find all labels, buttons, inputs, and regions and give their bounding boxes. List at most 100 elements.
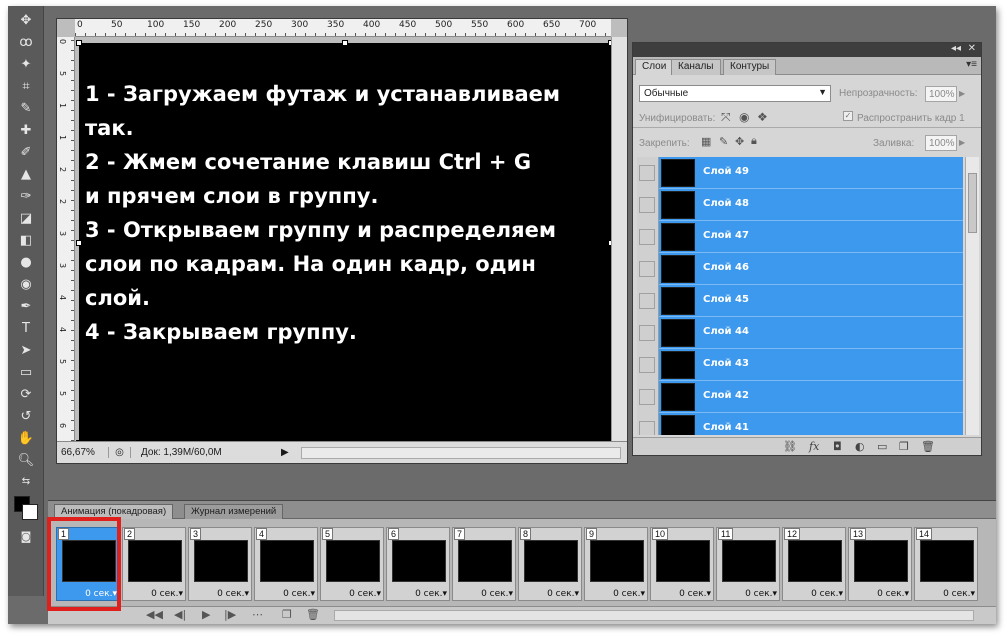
hand-icon[interactable]: ✋	[15, 428, 37, 448]
background-color-swatch[interactable]	[22, 504, 38, 520]
transform-handle[interactable]	[76, 240, 82, 246]
visibility-toggle[interactable]	[637, 413, 659, 435]
animation-frame[interactable]: 4 0 сек.▾	[254, 527, 318, 601]
lock-pixels-icon[interactable]: ✎	[719, 135, 728, 148]
collapse-icon[interactable]: ◂◂	[951, 43, 961, 54]
lock-position-icon[interactable]: ✥	[735, 135, 744, 148]
visibility-toggle[interactable]	[637, 317, 659, 349]
layer-row[interactable]: Слой 45	[637, 285, 963, 317]
layer-row[interactable]: Слой 43	[637, 349, 963, 381]
layer-row[interactable]: Слой 49	[637, 157, 963, 189]
path-selection-icon[interactable]: ➤	[15, 340, 37, 360]
animation-frame[interactable]: 8 0 сек.▾	[518, 527, 582, 601]
zoom-icon[interactable]: 🔍︎	[15, 450, 37, 470]
frame-delay[interactable]: 0 сек.▾	[415, 589, 447, 599]
tween-icon[interactable]: ⋯	[252, 608, 263, 621]
lock-all-icon[interactable]: 🔒︎	[751, 135, 757, 148]
layer-row[interactable]: Слой 46	[637, 253, 963, 285]
visibility-toggle[interactable]	[637, 221, 659, 253]
blur-icon[interactable]: ●	[15, 252, 37, 272]
animation-frame[interactable]: 14 0 сек.▾	[914, 527, 978, 601]
frame-delay[interactable]: 0 сек.▾	[349, 589, 381, 599]
layer-list-scrollbar[interactable]	[965, 157, 979, 435]
brush-icon[interactable]: ✐	[15, 142, 37, 162]
frame-delay[interactable]: 0 сек.▾	[943, 589, 975, 599]
move-icon[interactable]: ✥	[15, 10, 37, 30]
frames-scrollbar[interactable]	[334, 610, 974, 621]
3d-orbit-icon[interactable]: ↺	[15, 406, 37, 426]
fill-field[interactable]: 100%	[925, 135, 957, 151]
play-icon[interactable]: ▶	[202, 608, 210, 621]
propagate-checkbox[interactable]: ✓	[843, 111, 853, 121]
visibility-toggle[interactable]	[637, 285, 659, 317]
document-vertical-scrollbar[interactable]	[611, 37, 627, 441]
type-icon[interactable]: T	[15, 318, 37, 338]
layer-row[interactable]: Слой 44	[637, 317, 963, 349]
frame-delay[interactable]: 0 сек.▾	[151, 589, 183, 599]
transform-handle[interactable]	[76, 40, 82, 46]
tab-paths[interactable]: Контуры	[723, 59, 777, 75]
close-icon[interactable]: ✕	[968, 43, 976, 54]
visibility-toggle[interactable]	[637, 349, 659, 381]
layer-style-icon[interactable]: fx	[809, 440, 819, 453]
lasso-icon[interactable]: ꝏ	[15, 32, 37, 52]
frame-delay[interactable]: 0 сек.▾	[745, 589, 777, 599]
animation-frame[interactable]: 11 0 сек.▾	[716, 527, 780, 601]
fill-arrow-icon[interactable]: ▶	[959, 138, 965, 147]
quick-mask-icon[interactable]: ◙	[15, 526, 37, 546]
blend-mode-select[interactable]: Обычные ▼	[639, 85, 831, 102]
tab-layers[interactable]: Слои	[635, 59, 674, 75]
eraser-icon[interactable]: ◪	[15, 208, 37, 228]
eyedropper-icon[interactable]: ✎	[15, 98, 37, 118]
status-menu-arrow-icon[interactable]: ▶	[281, 447, 295, 458]
layer-row[interactable]: Слой 47	[637, 221, 963, 253]
unify-position-icon[interactable]: ⤧	[721, 110, 731, 125]
animation-frame[interactable]: 7 0 сек.▾	[452, 527, 516, 601]
rectangle-icon[interactable]: ▭	[15, 362, 37, 382]
new-group-icon[interactable]: ▭	[877, 440, 887, 453]
first-frame-icon[interactable]: ◀◀	[146, 608, 163, 621]
frame-delay[interactable]: 0 сек.▾	[547, 589, 579, 599]
layer-row[interactable]: Слой 41	[637, 413, 963, 435]
tab-channels[interactable]: Каналы	[671, 59, 721, 75]
previous-frame-icon[interactable]: ◀|	[174, 608, 186, 621]
3d-rotate-icon[interactable]: ⟳	[15, 384, 37, 404]
healing-brush-icon[interactable]: ✚	[15, 120, 37, 140]
next-frame-icon[interactable]: |▶	[224, 608, 236, 621]
delete-frame-icon[interactable]: 🗑︎	[306, 608, 320, 621]
layer-row[interactable]: Слой 42	[637, 381, 963, 413]
scrollbar-thumb[interactable]	[968, 173, 977, 233]
zoom-level[interactable]: 66,67%	[57, 447, 109, 458]
status-options-icon[interactable]: ◎	[109, 447, 131, 458]
history-brush-icon[interactable]: ✑	[15, 186, 37, 206]
frame-delay[interactable]: 0 сек.▾	[811, 589, 843, 599]
animation-frame[interactable]: 6 0 сек.▾	[386, 527, 450, 601]
magic-wand-icon[interactable]: ✦	[15, 54, 37, 74]
animation-frame[interactable]: 3 0 сек.▾	[188, 527, 252, 601]
animation-frame[interactable]: 12 0 сек.▾	[782, 527, 846, 601]
unify-style-icon[interactable]: ❖	[757, 110, 768, 124]
link-layers-icon[interactable]: ⛓	[783, 440, 797, 453]
transform-handle[interactable]	[342, 40, 348, 46]
delete-layer-icon[interactable]: 🗑︎	[921, 440, 935, 453]
visibility-toggle[interactable]	[637, 157, 659, 189]
visibility-toggle[interactable]	[637, 253, 659, 285]
frame-delay[interactable]: 0 сек.▾	[217, 589, 249, 599]
tab-measurement-log[interactable]: Журнал измерений	[184, 504, 284, 519]
frame-delay[interactable]: 0 сек.▾	[283, 589, 315, 599]
visibility-toggle[interactable]	[637, 189, 659, 221]
new-layer-icon[interactable]: ❐	[899, 440, 909, 453]
frame-delay[interactable]: 0 сек.▾	[613, 589, 645, 599]
frame-delay[interactable]: 0 сек.▾	[877, 589, 909, 599]
panel-menu-icon[interactable]: ▾≡	[966, 59, 977, 70]
visibility-toggle[interactable]	[637, 381, 659, 413]
animation-frame[interactable]: 9 0 сек.▾	[584, 527, 648, 601]
dodge-icon[interactable]: ◉	[15, 274, 37, 294]
animation-frame[interactable]: 10 0 сек.▾	[650, 527, 714, 601]
unify-visibility-icon[interactable]: ◉	[739, 110, 749, 124]
layer-row[interactable]: Слой 48	[637, 189, 963, 221]
animation-frame[interactable]: 5 0 сек.▾	[320, 527, 384, 601]
duplicate-frame-icon[interactable]: ❐	[282, 608, 292, 621]
lock-transparency-icon[interactable]: ▦	[701, 135, 711, 148]
opacity-field[interactable]: 100%	[925, 86, 957, 102]
